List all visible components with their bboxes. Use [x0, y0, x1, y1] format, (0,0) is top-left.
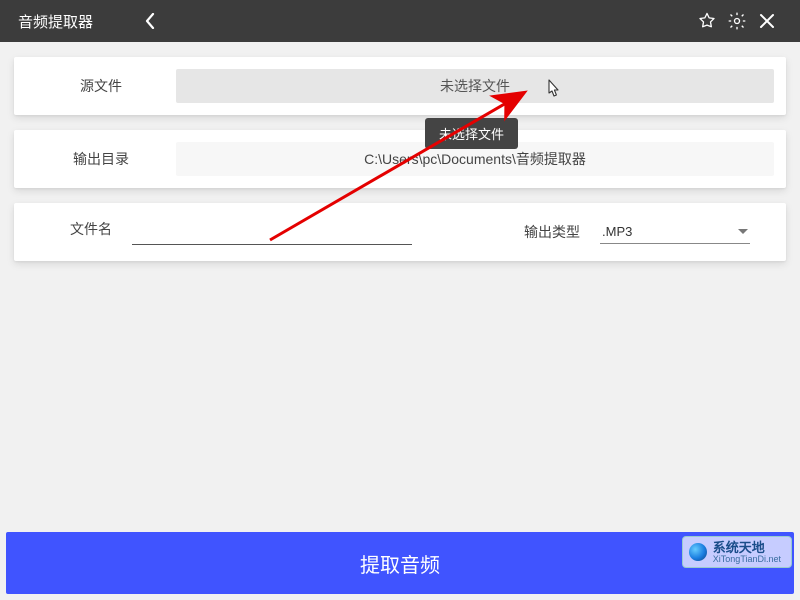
filename-card: 文件名 输出类型 .MP3 [14, 203, 786, 261]
dropdown-icon [738, 229, 748, 234]
gear-icon [727, 11, 747, 31]
output-dir-path: C:\Users\pc\Documents\音频提取器 [364, 149, 586, 169]
watermark-badge: 系统天地 XiTongTianDi.net [682, 536, 792, 568]
close-icon [758, 12, 776, 30]
watermark-sub: XiTongTianDi.net [713, 555, 781, 565]
output-type-select[interactable]: .MP3 [600, 220, 750, 244]
source-file-label: 源文件 [26, 76, 176, 96]
app-title: 音频提取器 [18, 11, 93, 32]
star-icon [697, 11, 717, 31]
chevron-left-icon [145, 13, 155, 29]
extract-audio-button[interactable]: 提取音频 [6, 532, 794, 594]
source-file-card: 源文件 未选择文件 [14, 57, 786, 115]
favorite-button[interactable] [692, 6, 722, 36]
output-type-value: .MP3 [602, 224, 738, 239]
source-file-button[interactable]: 未选择文件 [176, 69, 774, 103]
back-button[interactable] [135, 6, 165, 36]
output-type-group: 输出类型 .MP3 [504, 220, 750, 244]
filename-row: 文件名 输出类型 .MP3 [26, 219, 750, 245]
source-file-button-text: 未选择文件 [440, 76, 510, 96]
settings-button[interactable] [722, 6, 752, 36]
output-type-label: 输出类型 [504, 222, 600, 242]
filename-input[interactable] [132, 220, 412, 245]
title-bar: 音频提取器 [0, 0, 800, 42]
watermark-title: 系统天地 [713, 541, 781, 555]
extract-audio-label: 提取音频 [360, 549, 440, 578]
output-dir-label: 输出目录 [26, 149, 176, 169]
filename-group: 文件名 [26, 219, 412, 245]
filename-label: 文件名 [26, 219, 132, 245]
output-dir-field[interactable]: C:\Users\pc\Documents\音频提取器 [176, 142, 774, 176]
output-dir-card: 输出目录 C:\Users\pc\Documents\音频提取器 [14, 130, 786, 188]
close-button[interactable] [752, 6, 782, 36]
